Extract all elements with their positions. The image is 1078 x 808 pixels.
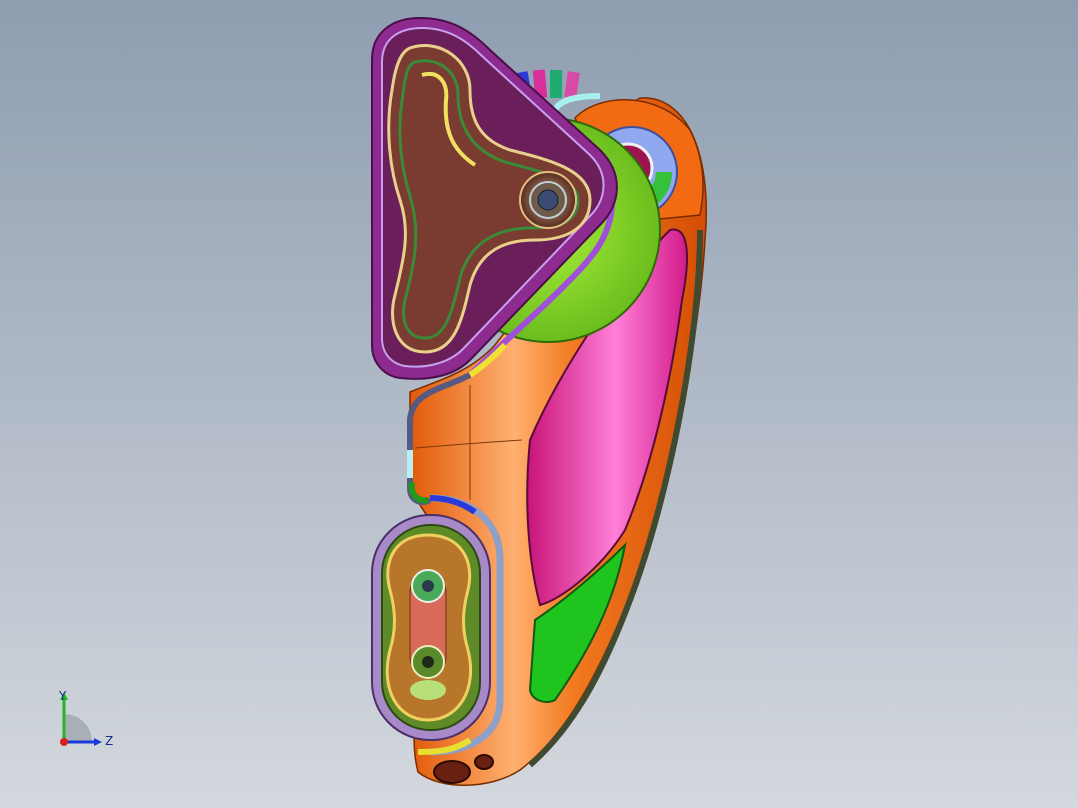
- bottom-hole-large[interactable]: [433, 760, 471, 784]
- center-bearing-bore[interactable]: [537, 189, 559, 211]
- triad-x-origin: [60, 738, 68, 746]
- lower-bearing-top-bore: [422, 580, 434, 592]
- triad-z-arrow: [94, 738, 102, 746]
- cad-viewport[interactable]: Y Z: [0, 0, 1078, 808]
- lower-bearing-bottom-bore: [422, 656, 434, 668]
- bottom-hole-small[interactable]: [474, 754, 494, 770]
- lower-green-boss: [410, 680, 446, 700]
- axis-triad[interactable]: Y Z: [48, 684, 128, 754]
- cad-3d-model[interactable]: [0, 0, 1078, 808]
- triad-plane-quadrant: [64, 714, 92, 742]
- triad-y-label: Y: [58, 689, 67, 703]
- triad-z-label: Z: [105, 734, 113, 748]
